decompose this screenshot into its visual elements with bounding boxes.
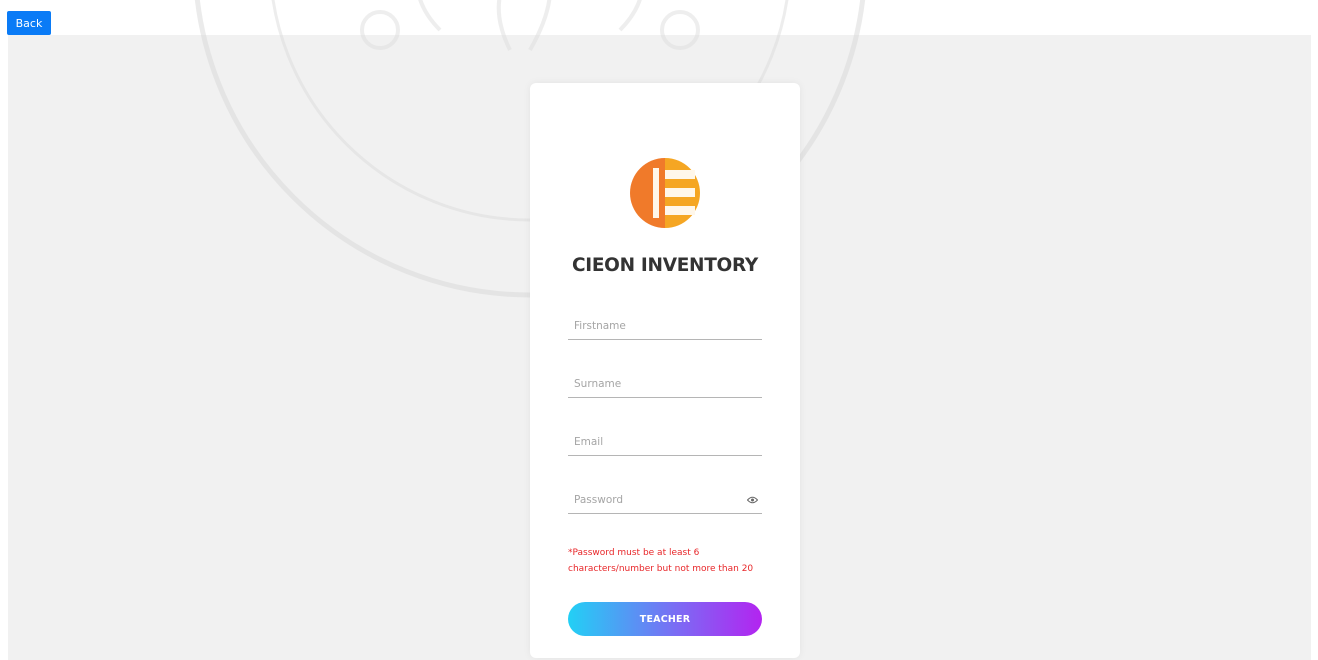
surname-input[interactable] <box>568 371 762 397</box>
registration-card: CIEON INVENTORY *Password must be at lea… <box>530 83 800 658</box>
firstname-input[interactable] <box>568 313 762 339</box>
back-button[interactable]: Back <box>7 11 51 35</box>
app-title: CIEON INVENTORY <box>571 255 759 276</box>
surname-field <box>568 371 762 398</box>
password-requirement-note: *Password must be at least 6 characters/… <box>568 548 754 574</box>
firstname-field <box>568 313 762 340</box>
email-field <box>568 429 762 456</box>
email-input[interactable] <box>568 429 762 455</box>
eye-icon[interactable] <box>747 495 758 505</box>
password-field <box>568 487 762 514</box>
cieon-logo <box>630 158 700 228</box>
teacher-submit-button[interactable]: TEACHER <box>568 602 762 636</box>
password-input[interactable] <box>568 487 762 513</box>
